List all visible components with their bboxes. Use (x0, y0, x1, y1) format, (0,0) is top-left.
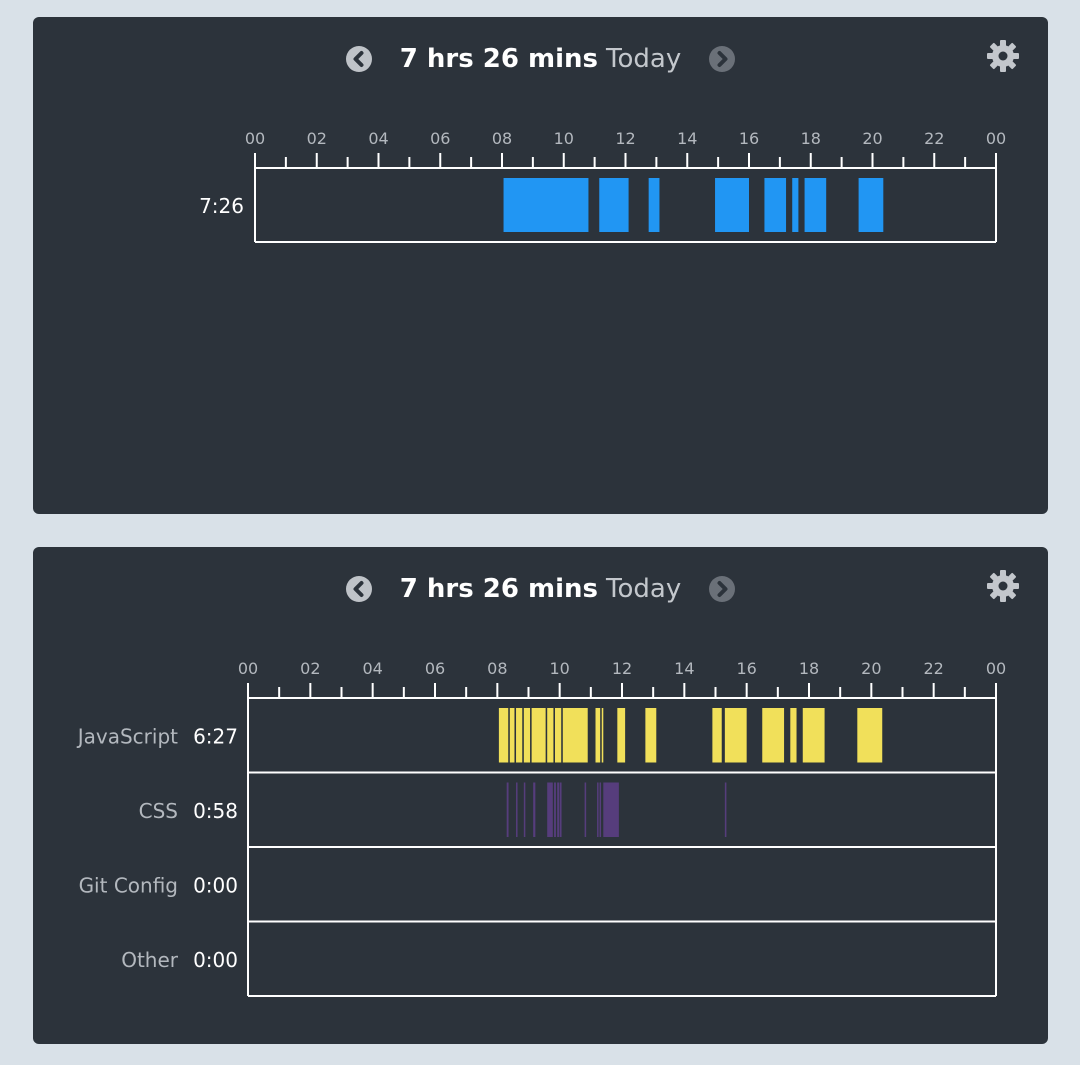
activity-segment (802, 708, 825, 763)
activity-segment (506, 782, 509, 837)
x-tick-label: 12 (612, 659, 632, 678)
activity-segment (792, 178, 799, 232)
activity-segment (715, 178, 749, 232)
activity-segment (724, 782, 727, 837)
row-label: CSS (139, 799, 178, 823)
activity-segment (547, 782, 553, 837)
timeline-chart: 00 02 04 06 08 10 12 14 16 18 20 22 00 7:26 (199, 129, 1006, 243)
x-tick-label: 20 (861, 659, 881, 678)
activity-segment (804, 178, 827, 232)
activity-segment (523, 782, 526, 837)
x-tick-label: 12 (615, 129, 635, 148)
activity-segment (516, 708, 523, 763)
row-label: Other (121, 948, 179, 972)
activity-segment (531, 708, 546, 763)
row-time: 0:58 (193, 799, 238, 823)
timeline-chart: 00 02 04 06 08 10 12 14 16 18 20 22 00 JavaScript 6:27… (76, 659, 1006, 997)
timeline-panel-total: 7 hrs 26 mins Today 00 02 04 06 08 10 12 14 16 18 2… (33, 17, 1048, 514)
timeline-row: Other 0:00 (121, 948, 238, 972)
activity-segment (603, 782, 619, 837)
activity-segment (523, 708, 531, 763)
activity-segment (498, 708, 509, 763)
activity-segment (509, 708, 515, 763)
timeline-row: CSS 0:58 (139, 782, 727, 837)
x-tick-label: 16 (739, 129, 759, 148)
activity-segment (712, 708, 722, 763)
activity-segment (547, 708, 554, 763)
x-tick-label: 20 (862, 129, 882, 148)
activity-segment (533, 782, 536, 837)
activity-segment (559, 782, 562, 837)
x-tick-label: 00 (986, 129, 1006, 148)
x-tick-label: 10 (554, 129, 574, 148)
activity-segment (597, 782, 599, 837)
x-tick-label: 14 (674, 659, 694, 678)
activity-segment (595, 708, 601, 763)
timeline-row: Git Config 0:00 (79, 873, 238, 897)
activity-segment (601, 708, 604, 763)
x-tick-label: 22 (924, 129, 944, 148)
activity-segment (645, 708, 657, 763)
row-label: JavaScript (76, 724, 178, 748)
x-tick-label: 04 (362, 659, 382, 678)
activity-segment (617, 708, 626, 763)
activity-segment (557, 782, 560, 837)
x-tick-label: 06 (430, 129, 450, 148)
x-tick-label: 02 (307, 129, 327, 148)
x-tick-label: 22 (923, 659, 943, 678)
x-tick-label: 18 (801, 129, 821, 148)
x-tick-label: 14 (677, 129, 697, 148)
activity-segment (562, 708, 588, 763)
x-tick-label: 08 (492, 129, 512, 148)
activity-segment (724, 708, 747, 763)
activity-segment (858, 178, 884, 232)
activity-segment (762, 708, 785, 763)
x-tick-label: 10 (549, 659, 569, 678)
timeline-row: 7:26 (199, 178, 884, 232)
x-tick-label: 06 (425, 659, 445, 678)
row-time: 0:00 (193, 873, 238, 897)
x-tick-label: 18 (799, 659, 819, 678)
activity-segment (584, 782, 587, 837)
activity-segment (790, 708, 797, 763)
activity-segment (648, 178, 660, 232)
x-tick-label: 08 (487, 659, 507, 678)
timeline-panel-languages: 7 hrs 26 mins Today 00 02 04 06 08 10 12 14 16 18 2… (33, 547, 1048, 1044)
activity-segment (554, 782, 556, 837)
x-tick-label: 00 (245, 129, 265, 148)
x-tick-label: 00 (986, 659, 1006, 678)
x-tick-label: 02 (300, 659, 320, 678)
x-tick-label: 00 (238, 659, 258, 678)
x-tick-label: 16 (736, 659, 756, 678)
activity-segment (516, 782, 518, 837)
row-time: 6:27 (193, 724, 238, 748)
activity-segment (857, 708, 883, 763)
activity-segment (554, 708, 562, 763)
activity-segment (764, 178, 787, 232)
activity-segment (599, 178, 629, 232)
x-tick-label: 04 (368, 129, 388, 148)
row-time: 7:26 (199, 194, 244, 218)
row-label: Git Config (79, 873, 178, 897)
timeline-row: JavaScript 6:27 (76, 708, 883, 763)
row-time: 0:00 (193, 948, 238, 972)
activity-segment (599, 782, 602, 837)
activity-segment (503, 178, 589, 232)
